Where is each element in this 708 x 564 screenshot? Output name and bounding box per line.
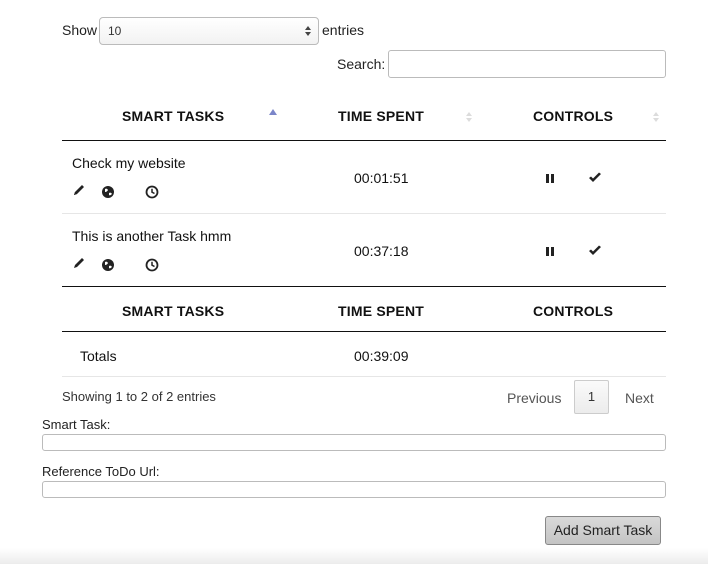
smart-task-label: Smart Task:: [42, 417, 111, 432]
sort-both-icon[interactable]: [652, 109, 660, 125]
totals-time-value: 00:39:09: [354, 348, 409, 364]
column-header-time-spent-label: TIME SPENT: [338, 108, 425, 124]
footer-divider: [62, 331, 666, 332]
time-spent-value: 00:01:51: [354, 170, 409, 186]
footer-header-time-spent: TIME SPENT: [338, 303, 425, 319]
task-title: This is another Task hmm: [72, 228, 232, 244]
check-icon[interactable]: [588, 171, 602, 185]
reference-url-input[interactable]: [42, 481, 666, 498]
row-divider: [62, 213, 666, 214]
smart-task-input[interactable]: [42, 434, 666, 451]
search-label: Search:: [337, 56, 386, 72]
reference-url-label: Reference ToDo Url:: [42, 464, 160, 479]
pencil-icon[interactable]: [72, 256, 86, 270]
pause-icon[interactable]: [543, 244, 557, 258]
pencil-icon[interactable]: [72, 183, 86, 197]
sort-ascending-icon[interactable]: [269, 107, 277, 123]
sort-both-icon[interactable]: [465, 109, 473, 125]
add-smart-task-button[interactable]: Add Smart Task: [545, 516, 661, 545]
bottom-edge-shade: [0, 548, 708, 564]
check-icon[interactable]: [588, 244, 602, 258]
entries-per-page-value: 10: [108, 24, 122, 38]
column-header-smart-tasks[interactable]: SMART TASKS: [122, 108, 224, 124]
clock-icon[interactable]: [145, 185, 159, 199]
globe-icon[interactable]: [101, 185, 115, 199]
time-spent-value: 00:37:18: [354, 243, 409, 259]
pause-icon[interactable]: [543, 171, 557, 185]
entries-label: entries: [322, 22, 365, 38]
table-info: Showing 1 to 2 of 2 entries: [62, 389, 216, 404]
totals-divider: [62, 376, 666, 377]
clock-icon[interactable]: [145, 258, 159, 272]
select-arrows-icon: [305, 26, 311, 36]
next-page-button[interactable]: Next: [625, 390, 654, 406]
column-header-time-spent[interactable]: TIME SPENT: [338, 108, 424, 124]
search-input[interactable]: [388, 50, 666, 78]
footer-header-smart-tasks: SMART TASKS: [122, 303, 225, 319]
previous-page-button[interactable]: Previous: [507, 390, 561, 406]
header-divider: [62, 140, 666, 141]
show-label: Show: [62, 22, 98, 38]
smart-tasks-page: Show 10 entries Search: SMART TASKS TIME…: [0, 0, 708, 564]
column-header-controls-label: CONTROLS: [533, 108, 614, 124]
totals-label: Totals: [80, 348, 117, 364]
column-header-smart-tasks-label: SMART TASKS: [122, 108, 225, 124]
footer-top-divider: [62, 286, 666, 287]
globe-icon[interactable]: [101, 258, 115, 272]
page-1-button[interactable]: 1: [574, 380, 609, 414]
column-header-controls[interactable]: CONTROLS: [533, 108, 613, 124]
footer-header-controls: CONTROLS: [533, 303, 614, 319]
task-title: Check my website: [72, 155, 186, 171]
entries-per-page-select[interactable]: 10: [99, 17, 319, 45]
